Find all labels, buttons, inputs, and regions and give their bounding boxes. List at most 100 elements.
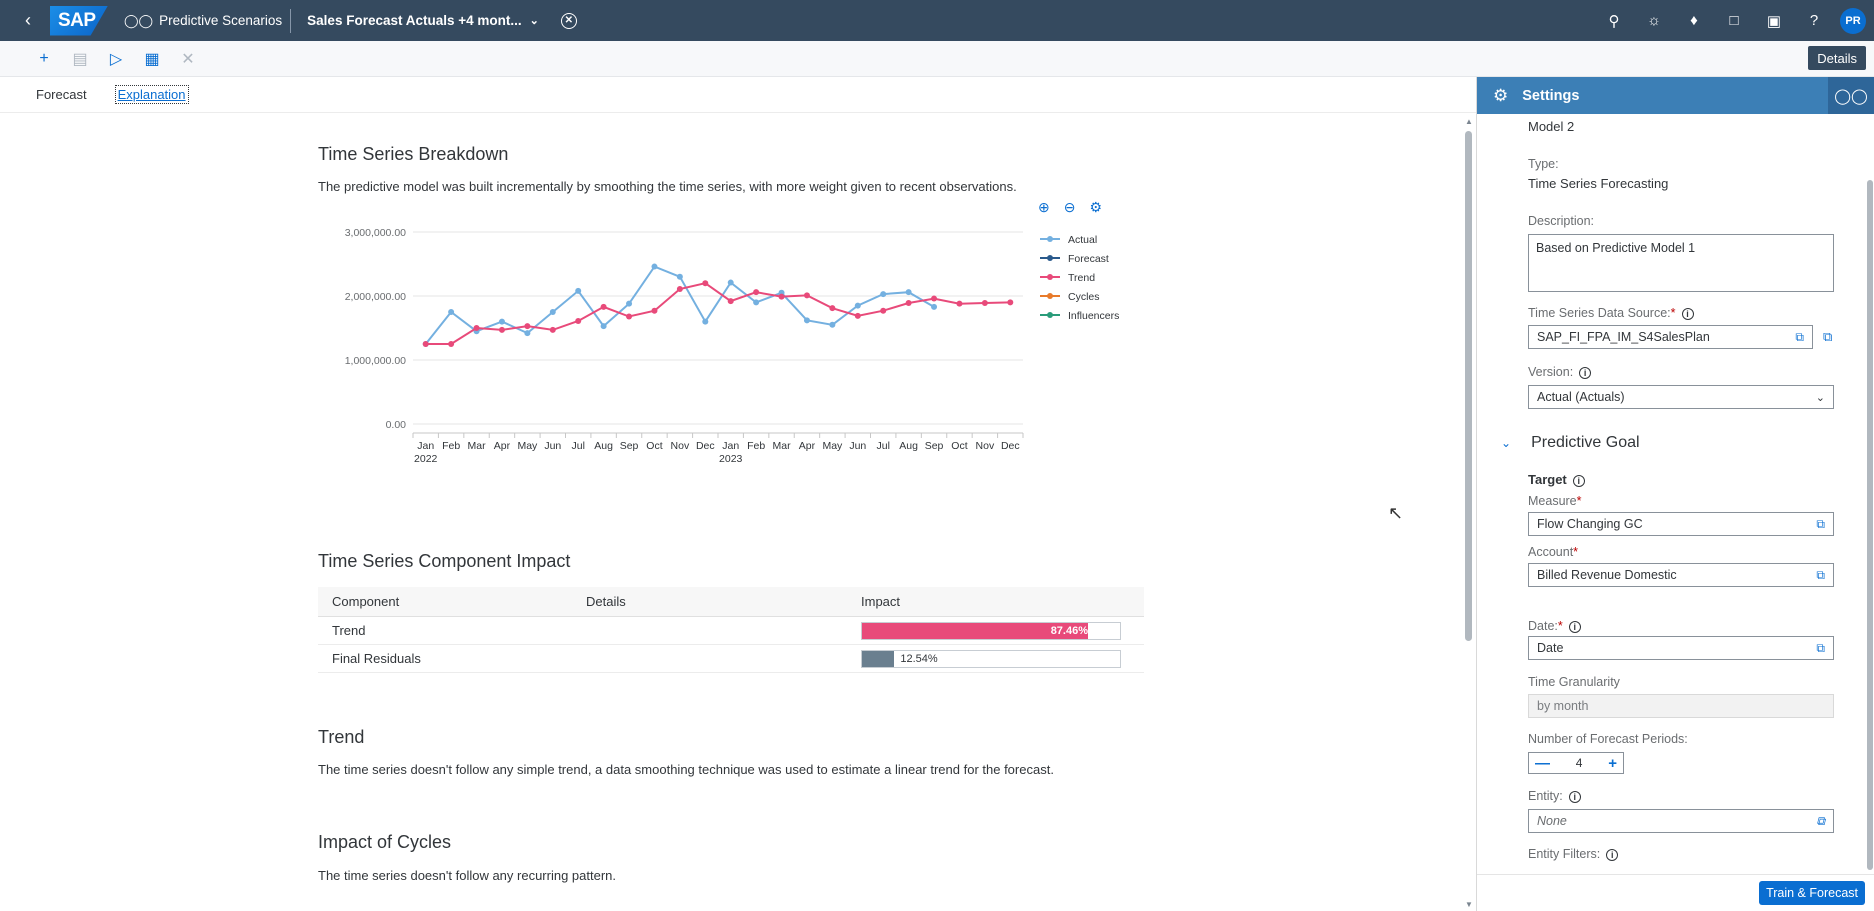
report-icon[interactable]: ▦: [134, 41, 170, 77]
y-tick-label: 3,000,000.00: [345, 227, 406, 239]
y-tick-label: 1,000,000.00: [345, 355, 406, 367]
train-forecast-button[interactable]: Train & Forecast: [1759, 881, 1865, 905]
value-help-icon[interactable]: ⧉: [1816, 814, 1825, 829]
discussion-icon[interactable]: □: [1714, 0, 1754, 41]
x-year-label: 2022: [414, 453, 438, 463]
feedback-icon[interactable]: ▣: [1754, 0, 1794, 41]
tab-explanation[interactable]: Explanation: [114, 85, 189, 104]
main-scrollbar[interactable]: ▲ ▼: [1462, 113, 1476, 911]
legend-marker: [1047, 274, 1053, 280]
info-icon[interactable]: i: [1568, 620, 1581, 633]
value-help-icon[interactable]: ⧉: [1816, 641, 1825, 656]
data-point-trend: [905, 300, 912, 307]
story-title[interactable]: Sales Forecast Actuals +4 mont... ⌄ ✕: [307, 12, 577, 29]
app-title[interactable]: ◯◯ Predictive Scenarios: [124, 8, 292, 33]
x-tick-label: Aug: [594, 440, 613, 452]
x-tick-label: Jun: [544, 440, 561, 452]
bell-icon[interactable]: ♦: [1674, 0, 1714, 41]
open-datasource-icon[interactable]: ⧉: [1823, 329, 1832, 345]
entity-field[interactable]: None ⧉: [1528, 809, 1834, 833]
app-title-label: Predictive Scenarios: [159, 13, 283, 28]
legend-label: Influencers: [1068, 310, 1119, 322]
copy-icon[interactable]: ⧉: [1795, 330, 1804, 345]
impact-value: 12.54%: [900, 652, 938, 665]
x-tick-label: Oct: [646, 440, 662, 452]
info-icon[interactable]: i: [1579, 366, 1592, 379]
data-point-trend: [803, 292, 810, 299]
account-field[interactable]: Billed Revenue Domestic ⧉: [1528, 563, 1834, 587]
close-circle-icon[interactable]: ✕: [560, 12, 577, 29]
legend-label: Cycles: [1068, 291, 1100, 303]
back-icon[interactable]: ‹: [14, 0, 42, 41]
sap-logo[interactable]: SAP: [50, 5, 108, 36]
tab-forecast[interactable]: Forecast: [36, 87, 87, 102]
data-point-actual: [702, 318, 709, 325]
breakdown-title: Time Series Breakdown: [318, 144, 509, 164]
description-label: Description:: [1528, 214, 1594, 228]
data-point-actual: [575, 287, 582, 294]
description-field[interactable]: Based on Predictive Model 1: [1528, 234, 1834, 292]
x-tick-label: May: [517, 440, 538, 452]
x-tick-label: Jun: [849, 440, 866, 452]
goal-title: Predictive Goal: [1531, 434, 1640, 451]
account-value: Billed Revenue Domestic: [1537, 568, 1677, 582]
version-select[interactable]: Actual (Actuals) ⌄: [1528, 385, 1834, 409]
trend-text: The time series doesn't follow any simpl…: [318, 762, 1054, 777]
x-year-label: 2023: [719, 453, 743, 463]
increment-button[interactable]: +: [1608, 755, 1617, 772]
play-icon[interactable]: ▷: [98, 41, 134, 77]
entity-label: Entity:: [1528, 789, 1563, 803]
delete-icon[interactable]: ✕: [170, 41, 206, 77]
chevron-down-icon[interactable]: ⌄: [1501, 436, 1511, 450]
add-icon[interactable]: +: [26, 41, 62, 77]
datasource-label: Time Series Data Source:: [1528, 306, 1671, 320]
forecast-periods-stepper[interactable]: — 4 +: [1528, 752, 1624, 774]
x-tick-label: Aug: [899, 440, 918, 452]
legend-marker: [1047, 255, 1053, 261]
lightbulb-icon[interactable]: ☼: [1634, 0, 1674, 41]
decrement-button[interactable]: —: [1535, 755, 1550, 772]
data-point-trend: [626, 313, 633, 320]
save-icon[interactable]: ▤: [62, 41, 98, 77]
chevron-down-icon[interactable]: ⌄: [530, 14, 539, 27]
x-tick-label: Oct: [951, 440, 967, 452]
value-help-icon[interactable]: ⧉: [1816, 517, 1825, 532]
legend-marker: [1047, 312, 1053, 318]
data-point-actual: [448, 309, 455, 315]
info-icon[interactable]: i: [1606, 848, 1619, 861]
info-icon[interactable]: i: [1572, 474, 1585, 487]
x-tick-label: Feb: [442, 440, 460, 452]
version-label: Version:: [1528, 365, 1574, 379]
datasource-field[interactable]: SAP_FI_FPA_IM_S4SalesPlan ⧉: [1528, 325, 1813, 349]
info-icon[interactable]: i: [1681, 307, 1694, 320]
info-icon[interactable]: i: [1568, 790, 1581, 803]
help-icon[interactable]: ?: [1794, 0, 1834, 41]
data-point-actual: [524, 330, 531, 337]
table-header: Component Details Impact: [318, 587, 1144, 617]
avatar[interactable]: PR: [1840, 7, 1866, 34]
data-point-trend: [702, 280, 709, 287]
chevron-down-icon[interactable]: ⌄: [1816, 391, 1825, 404]
cycles-text: The time series doesn't follow any recur…: [318, 868, 617, 883]
scrollbar-thumb[interactable]: [1465, 131, 1472, 641]
measure-value: Flow Changing GC: [1537, 517, 1643, 531]
entity-filters-label: Entity Filters:: [1528, 847, 1601, 861]
glasses-icon[interactable]: ◯◯: [1828, 77, 1874, 114]
panel-scrollbar[interactable]: [1867, 180, 1873, 870]
time-series-chart: 3,000,000.00 2,000,000.00 1,000,000.00 0.00…: [345, 227, 1120, 463]
series-line-trend: [425, 282, 1011, 345]
entity-filters-row: Entity Filters: i: [1528, 847, 1619, 861]
scroll-up-icon[interactable]: ▲: [1465, 117, 1473, 126]
value-help-icon[interactable]: ⧉: [1816, 568, 1825, 583]
tab-bar: Forecast Explanation: [0, 77, 1476, 113]
table-row[interactable]: Trend 87.46%: [318, 617, 1144, 645]
scroll-down-icon[interactable]: ▼: [1465, 900, 1473, 909]
data-point-actual: [549, 309, 556, 315]
version-value: Actual (Actuals): [1537, 390, 1625, 404]
details-button[interactable]: Details: [1808, 46, 1866, 70]
table-row[interactable]: Final Residuals 12.54%: [318, 645, 1144, 673]
measure-field[interactable]: Flow Changing GC ⧉: [1528, 512, 1834, 536]
search-icon[interactable]: ⚲: [1594, 0, 1634, 41]
predictive-goal-header[interactable]: ⌄ Predictive Goal: [1501, 434, 1640, 452]
date-field[interactable]: Date ⧉: [1528, 636, 1834, 660]
